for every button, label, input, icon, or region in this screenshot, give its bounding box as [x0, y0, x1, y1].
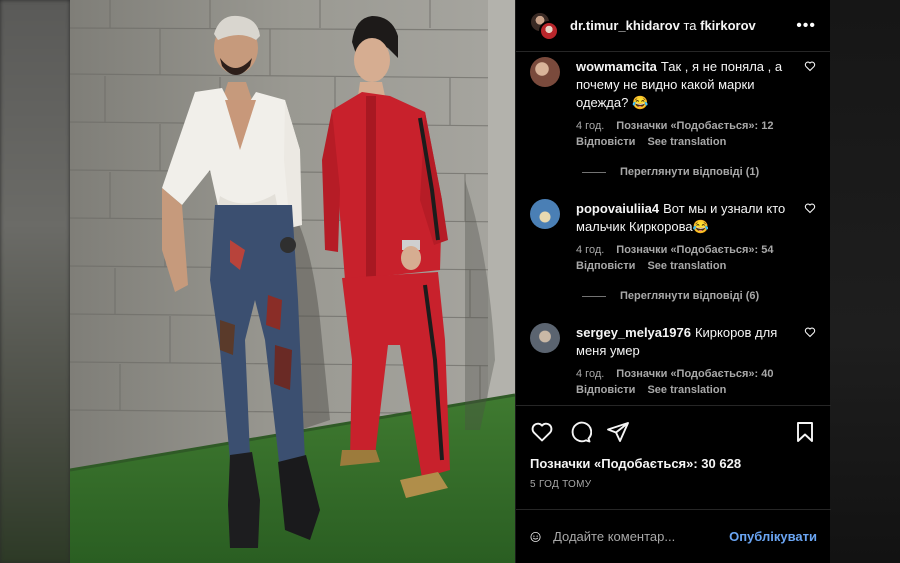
- add-comment-bar: Опублікувати: [516, 509, 831, 563]
- coauthor-avatar: [539, 20, 559, 41]
- view-replies-button[interactable]: Переглянути відповіді (1): [582, 166, 816, 178]
- heart-icon[interactable]: [530, 420, 554, 444]
- view-replies-button[interactable]: Переглянути відповіді (6): [582, 290, 816, 302]
- share-icon[interactable]: [606, 420, 630, 444]
- commenter-username[interactable]: wowmamcita: [576, 59, 657, 74]
- comment-meta: 4 год. Позначки «Подобається»: 40 Відпові…: [576, 366, 794, 398]
- comment-time: 4 год.: [576, 120, 605, 132]
- bookmark-icon[interactable]: [793, 420, 817, 444]
- comments-list: wowmamcita Так , я не поняла , а почему н…: [516, 52, 830, 405]
- blurred-backdrop-left: [0, 0, 70, 563]
- comment-icon[interactable]: [568, 420, 592, 444]
- comment-likes[interactable]: Позначки «Подобається»: 12: [616, 120, 773, 132]
- post-time-ago: 5 ГОД ТОМУ: [530, 479, 592, 490]
- emoji-icon[interactable]: [530, 525, 541, 549]
- post-likes-count[interactable]: Позначки «Подобається»: 30 628: [530, 456, 817, 471]
- comment-meta: 4 год. Позначки «Подобається»: 54 Відпові…: [576, 242, 794, 274]
- comment-body: popovaiuliia4 Вот мы и узнали кто мальчик…: [576, 200, 816, 274]
- view-replies-label: Переглянути відповіді (1): [620, 166, 760, 178]
- comment-body: wowmamcita Так , я не поняла , а почему н…: [576, 58, 816, 150]
- publish-button[interactable]: Опублікувати: [729, 529, 817, 544]
- action-icons: [530, 420, 817, 444]
- comment-heart-icon[interactable]: [804, 202, 816, 214]
- commenter-username[interactable]: sergey_melya1976: [576, 325, 691, 340]
- comment-heart-icon[interactable]: [804, 326, 816, 338]
- reply-button[interactable]: Відповісти: [576, 260, 635, 272]
- comments-panel: dr.timur_khidarov та fkirkorov ••• wowma…: [515, 0, 831, 563]
- comment-input[interactable]: [553, 529, 730, 544]
- commenter-avatar[interactable]: [530, 323, 560, 353]
- post-header: dr.timur_khidarov та fkirkorov •••: [516, 0, 830, 52]
- comment-text: sergey_melya1976 Киркоров для меня умер: [576, 324, 794, 360]
- reply-button[interactable]: Відповісти: [576, 136, 635, 148]
- blurred-backdrop-right: [830, 0, 900, 563]
- comment-text: wowmamcita Так , я не поняла , а почему н…: [576, 58, 794, 112]
- author-connector: та: [683, 18, 697, 33]
- comment-time: 4 год.: [576, 244, 605, 256]
- comment-item: popovaiuliia4 Вот мы и узнали кто мальчик…: [530, 194, 816, 274]
- comment-text: popovaiuliia4 Вот мы и узнали кто мальчик…: [576, 200, 794, 236]
- see-translation-button[interactable]: See translation: [647, 260, 726, 272]
- coauthor-username[interactable]: fkirkorov: [700, 18, 756, 33]
- comment-time: 4 год.: [576, 368, 605, 380]
- comment-item: sergey_melya1976 Киркоров для меня умер 4…: [530, 318, 816, 398]
- post-actions: Позначки «Подобається»: 30 628 5 ГОД ТОМ…: [516, 405, 831, 490]
- commenter-avatar[interactable]: [530, 57, 560, 87]
- comment-heart-icon[interactable]: [804, 60, 816, 72]
- commenter-username[interactable]: popovaiuliia4: [576, 201, 659, 216]
- see-translation-button[interactable]: See translation: [647, 136, 726, 148]
- commenter-avatar[interactable]: [530, 199, 560, 229]
- author-username[interactable]: dr.timur_khidarov: [570, 18, 680, 33]
- replies-divider: [582, 171, 606, 173]
- view-replies-label: Переглянути відповіді (6): [620, 290, 760, 302]
- post-authors: dr.timur_khidarov та fkirkorov: [570, 18, 796, 33]
- post-photo-illustration: [70, 0, 515, 563]
- more-horizontal-icon[interactable]: •••: [796, 17, 816, 35]
- see-translation-button[interactable]: See translation: [647, 384, 726, 396]
- comment-likes[interactable]: Позначки «Подобається»: 40: [616, 368, 773, 380]
- author-avatars[interactable]: [530, 11, 559, 41]
- reply-button[interactable]: Відповісти: [576, 384, 635, 396]
- comment-likes[interactable]: Позначки «Подобається»: 54: [616, 244, 773, 256]
- post-photo[interactable]: [70, 0, 515, 563]
- comment-body: sergey_melya1976 Киркоров для меня умер 4…: [576, 324, 816, 398]
- replies-divider: [582, 295, 606, 297]
- comment-item: wowmamcita Так , я не поняла , а почему н…: [530, 52, 816, 150]
- comment-meta: 4 год. Позначки «Подобається»: 12 Відпові…: [576, 118, 794, 150]
